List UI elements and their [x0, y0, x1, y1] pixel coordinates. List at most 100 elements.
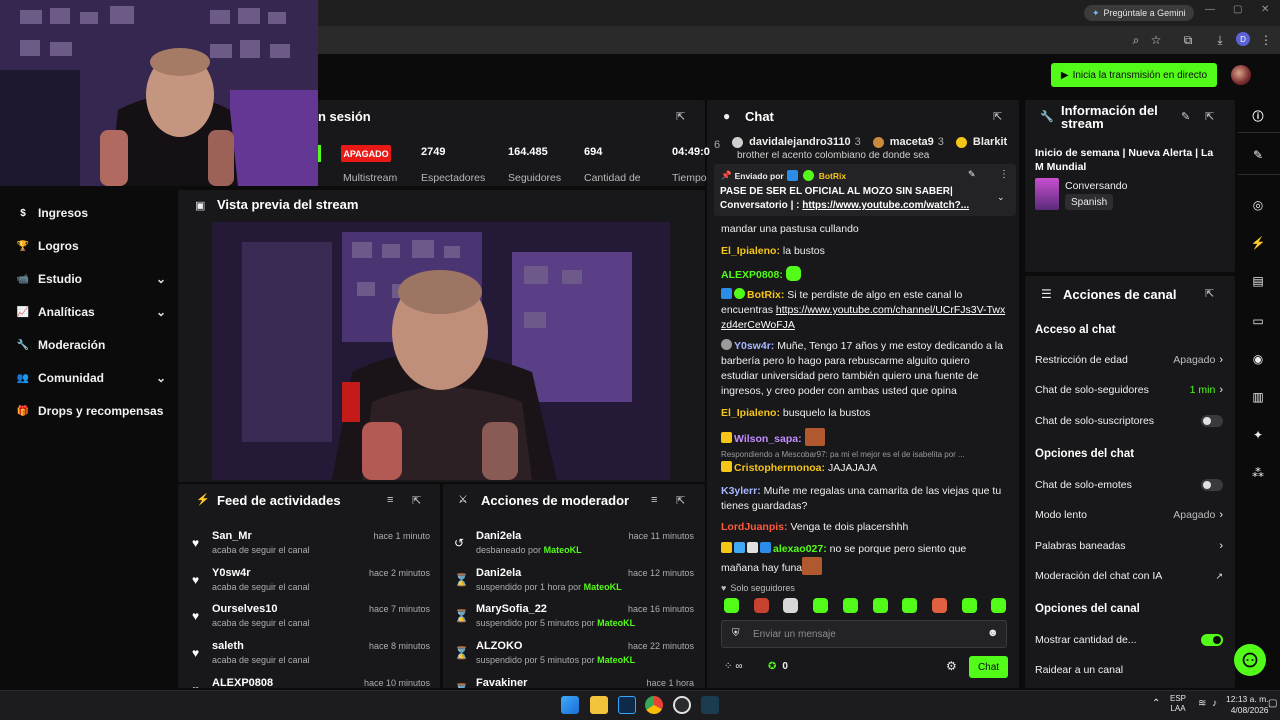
chevron-right-icon[interactable]: › [1219, 509, 1223, 521]
channel-option[interactable]: Restricción de edad Apagado › [1035, 352, 1223, 368]
moderator-name[interactable]: MateoKL [597, 655, 635, 665]
mod-target-username[interactable]: Dani2ela [476, 530, 521, 542]
filter-icon[interactable]: ≡ [387, 494, 393, 506]
bookmark-star-icon[interactable]: ☆ [1148, 32, 1164, 48]
help-chat-button[interactable] [1234, 644, 1266, 676]
category-name[interactable]: Conversando [1065, 180, 1127, 192]
chat-message[interactable]: El_Ipialeno: busquelo la bustos [721, 406, 1006, 421]
chat-username[interactable]: alexao027 [773, 543, 823, 555]
download-icon[interactable]: ⤓ [1212, 32, 1228, 48]
chevron-up-icon[interactable]: ⌃ [1152, 698, 1160, 709]
minimize-icon[interactable]: — [1205, 4, 1215, 15]
sidebar-item-logros[interactable]: 🏆 Logros [16, 235, 166, 257]
chrome-icon[interactable] [645, 696, 663, 714]
feed-item[interactable]: ♥ Y0sw4r acaba de seguir el canal hace 2 mi… [190, 567, 430, 601]
expand-chevron-icon[interactable]: ⌄ [997, 192, 1005, 203]
mod-target-username[interactable]: MarySofia_22 [476, 603, 547, 615]
language-indicator[interactable]: ESP LAA [1170, 694, 1186, 714]
sidebar-item-drops[interactable]: 🎁 Drops y recompensas [16, 400, 166, 422]
system-clock[interactable]: 12:13 a. m. 4/08/2026 [1226, 694, 1269, 716]
moderator-name[interactable]: MateoKL [584, 582, 622, 592]
chat-message[interactable]: BotRix: Si te perdiste de algo en este c… [721, 288, 1006, 333]
channel-option[interactable]: Chat de solo-seguidores 1 min › [1035, 382, 1223, 398]
chat-message[interactable]: LordJuanpis: Venga te dois placershhh [721, 520, 1006, 535]
chat-message[interactable]: Cristophermonoa: JAJAJAJA [721, 461, 1006, 476]
emote-icon[interactable] [813, 598, 829, 613]
community-icon[interactable]: ⁂ [1249, 464, 1267, 482]
toggle-switch[interactable] [1201, 479, 1223, 491]
channel-option[interactable]: Raidear a un canal [1035, 662, 1223, 678]
more-options-icon[interactable]: ⋮ [999, 169, 1009, 180]
unpin-icon[interactable]: ✎ [968, 169, 976, 180]
channel-option[interactable]: Palabras baneadas › [1035, 538, 1223, 554]
emote-icon[interactable] [724, 598, 739, 613]
sidebar-item-analíticas[interactable]: 📈 Analíticas ⌄ [16, 301, 166, 323]
external-link-icon[interactable]: ↗ [1215, 571, 1223, 582]
emote-icon[interactable] [842, 598, 858, 613]
app-icon[interactable] [673, 696, 691, 714]
chevron-right-icon[interactable]: › [1219, 384, 1223, 396]
mod-target-username[interactable]: ALZOKO [476, 640, 522, 652]
mod-action-item[interactable]: ⌛ ALZOKO suspendido por 5 minutos por Mate… [452, 640, 694, 674]
chat-message[interactable]: Y0sw4r: Muñe, Tengo 17 años y me estoy d… [721, 339, 1006, 399]
server-icon[interactable]: ▥ [1249, 388, 1267, 406]
popout-icon[interactable]: ⇱ [1205, 287, 1214, 300]
wifi-icon[interactable]: ≋ [1198, 698, 1206, 709]
chat-settings-gear-icon[interactable]: ⚙ [946, 659, 957, 673]
chat-username[interactable]: LordJuanpis [721, 521, 784, 533]
notification-icon[interactable]: ▢ [1268, 698, 1277, 709]
chat-message[interactable]: K3ylerr: Muñe me regalas una camarita de… [721, 484, 1006, 514]
toggle-switch[interactable] [1201, 634, 1223, 646]
start-icon[interactable] [561, 696, 579, 714]
close-icon[interactable]: ✕ [1261, 4, 1269, 15]
feed-item[interactable]: ♥ Ourselves10 acaba de seguir el canal hace… [190, 603, 430, 637]
wrench-icon[interactable]: ✦ [1249, 426, 1267, 444]
user-avatar[interactable] [1231, 65, 1251, 85]
popout-icon[interactable]: ⇱ [676, 494, 685, 507]
emote-icon[interactable] [902, 598, 918, 613]
chat-username[interactable]: K3ylerr [721, 485, 757, 497]
channel-option[interactable]: Chat de solo-suscriptores [1035, 413, 1223, 429]
volume-icon[interactable]: ♪ [1212, 698, 1217, 709]
bolt-icon[interactable]: ⚡ [1249, 234, 1267, 252]
chat-message[interactable]: ALEXP0808: [721, 266, 1006, 283]
sidebar-item-ingresos[interactable]: $ Ingresos [16, 202, 166, 224]
focus-icon[interactable]: ◎ [1249, 196, 1267, 214]
popout-icon[interactable]: ⇱ [676, 110, 685, 123]
file-explorer-icon[interactable] [590, 696, 608, 714]
chevron-right-icon[interactable]: › [1219, 354, 1223, 366]
go-live-button[interactable]: ▶ Inicia la transmisión en directo [1051, 63, 1217, 87]
chat-icon[interactable]: ▭ [1249, 312, 1267, 330]
leaderboard-entry[interactable]: maceta9 3 [872, 136, 944, 148]
info-icon[interactable]: ⓘ [1250, 108, 1266, 124]
sidebar-item-comunidad[interactable]: 👥 Comunidad ⌄ [16, 367, 166, 389]
mod-target-username[interactable]: Dani2ela [476, 567, 521, 579]
emote-icon[interactable] [872, 598, 888, 613]
chat-message[interactable]: mandar una pastusa cullando [721, 222, 1006, 237]
mod-target-username[interactable]: Favakiner [476, 677, 527, 688]
channel-option[interactable]: Modo lento Apagado › [1035, 507, 1223, 523]
chevron-down-icon[interactable]: ⌄ [156, 272, 166, 286]
feed-item[interactable]: ♥ San_Mr acaba de seguir el canal hace 1 mi… [190, 530, 430, 564]
send-chat-button[interactable]: Chat [969, 656, 1008, 678]
chat-message[interactable]: alexao027: no se porque pero siento que … [721, 542, 1006, 576]
chat-username[interactable]: El_Ipialeno [721, 407, 776, 419]
channel-option[interactable]: Chat de solo-emotes [1035, 477, 1223, 493]
mod-action-item[interactable]: ⌛ Favakiner hace 1 hora [452, 677, 694, 688]
chevron-down-icon[interactable]: ⌄ [156, 371, 166, 385]
chat-username[interactable]: Wilson_sapa [734, 433, 798, 445]
feed-username[interactable]: San_Mr [212, 530, 252, 542]
photoshop-icon[interactable] [618, 696, 636, 714]
channel-option[interactable]: Moderación del chat con IA ↗ [1035, 568, 1223, 584]
filter-icon[interactable]: ≡ [651, 494, 657, 506]
popout-icon[interactable]: ⇱ [1205, 110, 1214, 123]
moderator-name[interactable]: MateoKL [597, 618, 635, 628]
emoji-icon[interactable]: ☻ [987, 627, 999, 639]
chat-username[interactable]: ALEXP0808 [721, 269, 779, 281]
emote-icon[interactable] [783, 598, 799, 613]
kicks-counter[interactable]: ✪ 0 [768, 661, 788, 672]
chat-username[interactable]: Y0sw4r [734, 340, 771, 352]
popout-icon[interactable]: ⇱ [412, 494, 421, 507]
chevron-right-icon[interactable]: › [1219, 540, 1223, 552]
chat-username[interactable]: BotRix [747, 289, 781, 301]
